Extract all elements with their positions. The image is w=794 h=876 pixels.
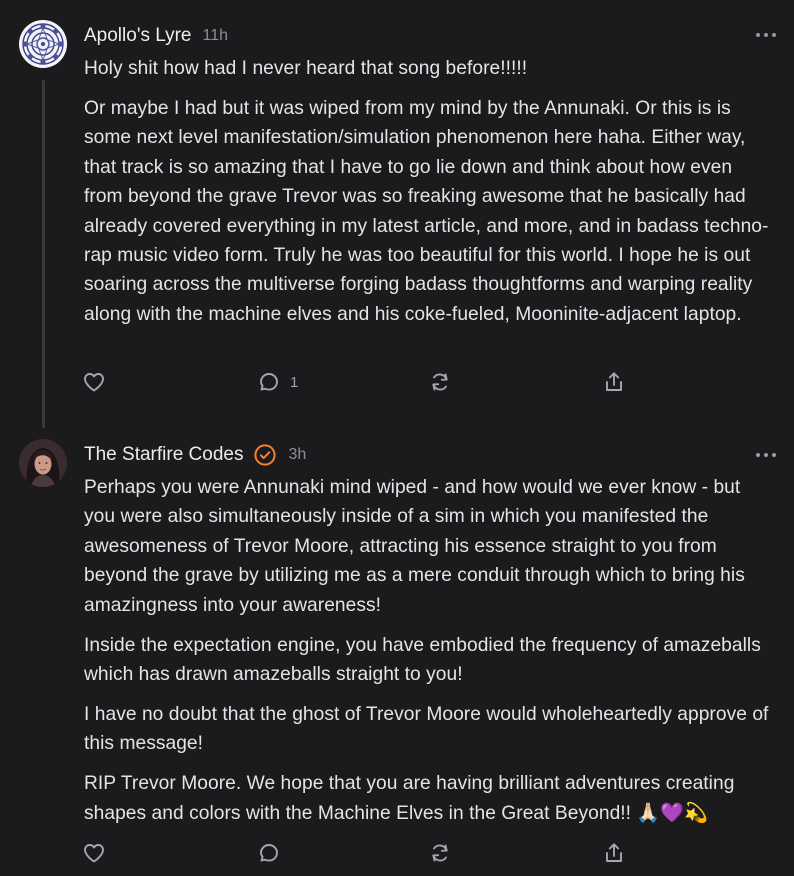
profile-photo-avatar-image (19, 439, 67, 487)
heart-icon (84, 373, 104, 392)
more-options-button[interactable] (756, 29, 776, 41)
comment-paragraph: Inside the expectation engine, you have … (84, 634, 761, 685)
reply-button[interactable] (257, 841, 281, 865)
comment-header: Apollo's Lyre 11h (84, 24, 228, 48)
restack-icon (432, 373, 448, 391)
avatar[interactable] (19, 439, 67, 487)
comment-icon (260, 844, 278, 862)
heart-icon (84, 844, 104, 863)
reply-count: 1 (290, 373, 299, 391)
share-button[interactable] (602, 841, 626, 865)
restack-button[interactable] (428, 841, 452, 865)
comment-body: Perhaps you were Annunaki mind wiped - a… (84, 473, 774, 838)
reply-button[interactable]: 1 (257, 370, 298, 394)
like-button[interactable] (82, 841, 106, 865)
author-name[interactable]: Apollo's Lyre (84, 25, 191, 47)
comment-header: The Starfire Codes 3h (84, 443, 306, 467)
comment-paragraph: RIP Trevor Moore. We hope that you are h… (84, 773, 735, 824)
like-button[interactable] (82, 370, 106, 394)
share-button[interactable] (602, 370, 626, 394)
comment-actions: 1 (82, 370, 642, 394)
more-options-button[interactable] (756, 449, 776, 461)
comment-paragraph: I have no doubt that the ghost of Trevor… (84, 703, 769, 755)
comment-paragraph: Holy shit how had I never heard that son… (84, 58, 528, 79)
author-name[interactable]: The Starfire Codes (84, 444, 243, 466)
share-icon (606, 372, 622, 391)
comment-body: Holy shit how had I never heard that son… (84, 54, 774, 340)
share-icon (606, 843, 622, 862)
restack-button[interactable] (428, 370, 452, 394)
restack-icon (432, 844, 448, 862)
avatar[interactable] (19, 20, 67, 68)
comment-paragraph: Perhaps you were Annunaki mind wiped - a… (84, 477, 745, 616)
thread-line (42, 80, 45, 428)
comment-icon (260, 373, 278, 391)
verified-check-icon (253, 443, 277, 467)
comment-actions (82, 841, 642, 865)
mandala-avatar-image (19, 20, 67, 68)
timestamp[interactable]: 11h (202, 27, 228, 45)
comment-paragraph: Or maybe I had but it was wiped from my … (84, 97, 769, 325)
timestamp[interactable]: 3h (288, 446, 306, 464)
